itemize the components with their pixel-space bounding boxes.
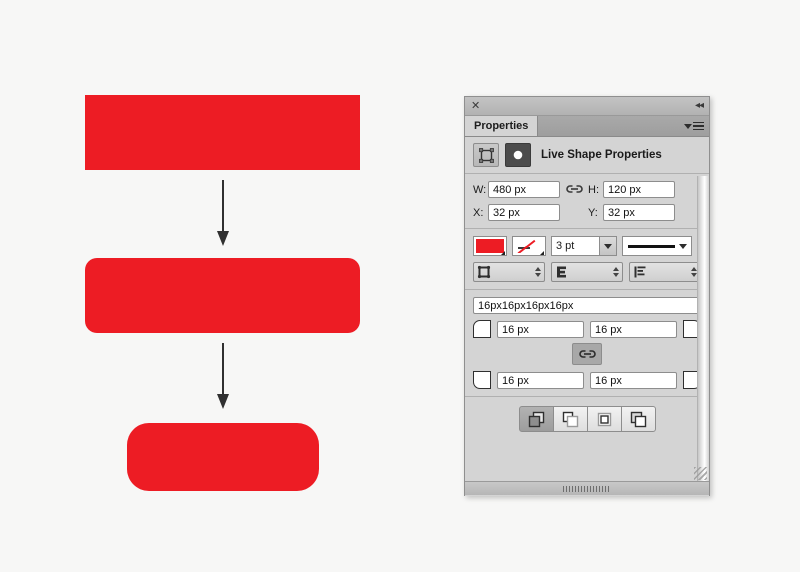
live-shape-icon[interactable] [473,143,499,167]
send-to-back-button[interactable] [620,406,656,432]
corner-top-right-input[interactable]: 16 px [590,320,677,338]
resize-grip-icon[interactable] [694,467,707,480]
panel-scrollbar[interactable] [697,176,709,482]
x-input[interactable]: 32 px [488,204,560,221]
x-label: X: [473,206,484,219]
stroke-dropdown-icon [536,251,544,255]
send-backward-button[interactable] [586,406,622,432]
bring-forward-button[interactable] [552,406,588,432]
corner-top-left-icon[interactable] [473,320,491,338]
height-label: H: [588,183,599,196]
link-corners-icon[interactable] [572,343,602,365]
arrow-down-1 [217,180,229,246]
height-input[interactable]: 120 px [603,181,675,198]
stroke-style-dropdown-icon [679,243,687,249]
collapse-panel-icon[interactable]: ◂◂ [695,101,704,111]
stroke-weight-value: 3 pt [556,240,575,252]
footer-grip-icon[interactable] [563,485,611,492]
dimensions-section: W: 480 px H: 120 px X: 32 px Y: 32 px [465,174,709,229]
arrow-down-2 [217,343,229,409]
chevron-down-icon [684,123,692,129]
panel-footer [465,481,709,495]
fill-swatch[interactable] [473,236,507,256]
stroke-align-icon[interactable] [629,262,701,282]
swatch-dropdown-icon [497,251,505,255]
stroke-join-icon[interactable] [551,262,623,282]
hamburger-icon [693,121,704,131]
rect-rounded-large[interactable] [127,423,319,491]
stroke-weight-combo[interactable]: 3 pt [551,236,617,256]
appearance-section: 3 pt [465,229,709,290]
panel-menu-button[interactable] [684,116,709,136]
width-label: W: [473,183,487,196]
corners-summary-input[interactable]: 16px16px16px16px [473,297,701,314]
corners-bottom-row: 16 px 16 px [473,371,701,389]
link-icon[interactable] [560,183,588,197]
panel-tabbar: Properties [465,116,709,137]
ellipse-icon[interactable] [505,143,531,167]
y-label: Y: [588,206,598,219]
bring-to-front-button[interactable] [518,406,554,432]
width-input[interactable]: 480 px [488,181,560,198]
properties-panel: ✕ ◂◂ Properties Live Shape Properties W:… [464,96,710,496]
stroke-style-preview[interactable] [622,236,692,256]
close-icon[interactable]: ✕ [471,100,480,112]
corners-top-row: 16 px 16 px [473,320,701,338]
y-input[interactable]: 32 px [603,204,675,221]
corner-bottom-left-input[interactable]: 16 px [497,371,584,389]
tab-properties[interactable]: Properties [465,116,539,136]
canvas-area [0,0,455,572]
corner-bottom-right-input[interactable]: 16 px [590,371,677,389]
stroke-cap-icon[interactable] [473,262,545,282]
panel-body: Live Shape Properties W: 480 px H: 120 p… [465,137,709,496]
rect-sharp-corners[interactable] [85,95,360,170]
stroke-options-row [473,262,701,282]
tabbar-spacer [538,116,684,136]
corners-section: 16px16px16px16px 16 px 16 px 16 px 16 px [465,290,709,397]
stroke-line-preview [628,244,675,248]
rect-rounded-medium[interactable] [85,258,360,333]
stroke-none-swatch[interactable] [512,236,546,256]
stroke-weight-dropdown-icon [599,237,616,255]
corner-top-left-input[interactable]: 16 px [497,320,584,338]
live-shape-header: Live Shape Properties [465,137,709,174]
panel-titlebar: ✕ ◂◂ [465,97,709,116]
panel-section-title: Live Shape Properties [541,149,662,161]
arrange-buttons [465,397,709,432]
corner-bottom-left-icon[interactable] [473,371,491,389]
